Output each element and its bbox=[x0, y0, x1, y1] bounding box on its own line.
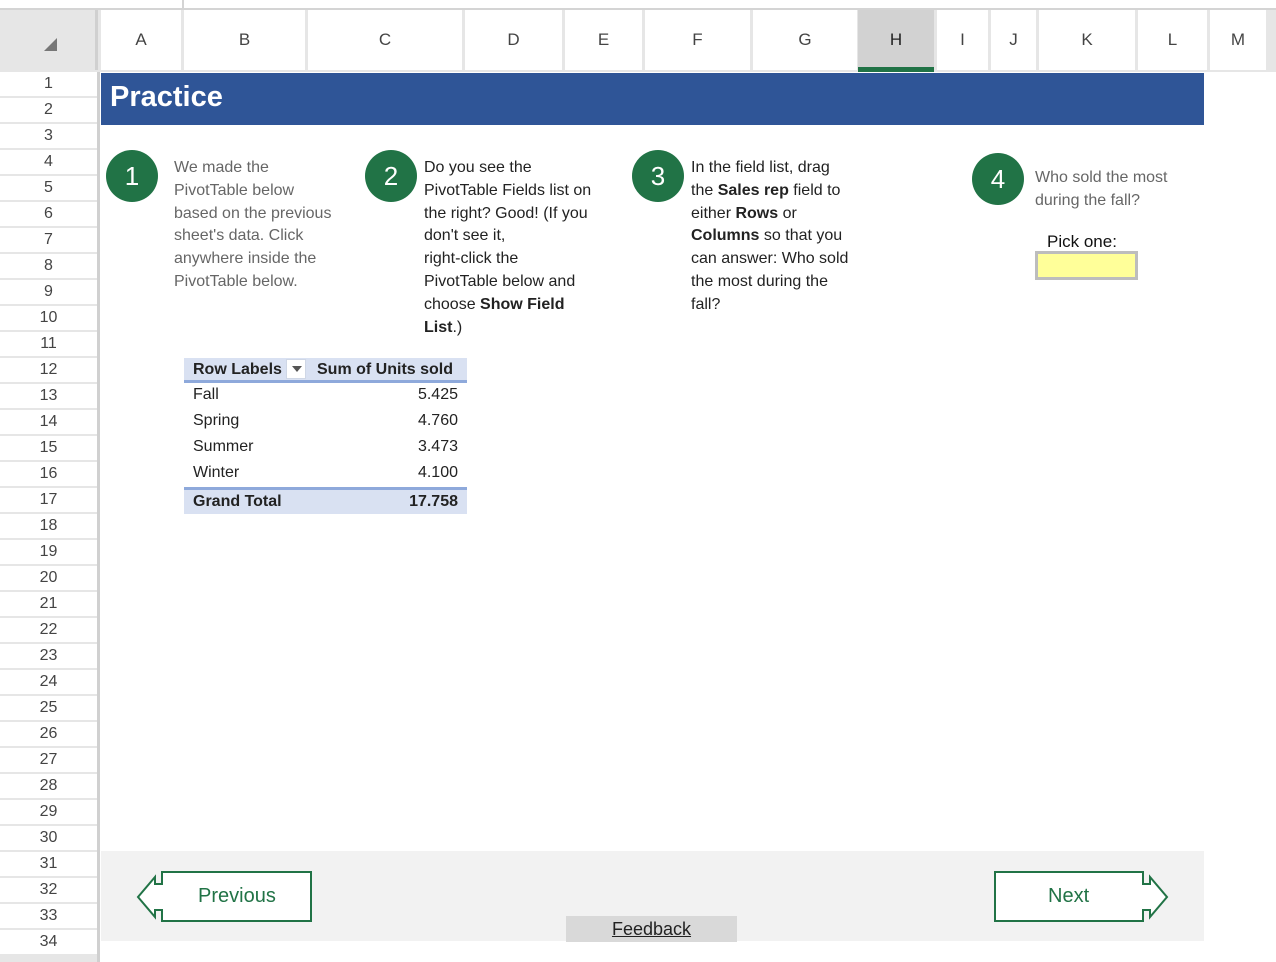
row-header-3[interactable]: 3 bbox=[0, 124, 97, 148]
next-button[interactable]: Next bbox=[993, 870, 1171, 924]
previous-button-label: Previous bbox=[198, 885, 276, 907]
step-3-text: In the field list, drag the Sales rep fi… bbox=[691, 159, 849, 313]
row-header-1[interactable]: 1 bbox=[0, 72, 97, 96]
row-labels-filter-dropdown-icon[interactable] bbox=[286, 359, 306, 379]
row-header-10[interactable]: 10 bbox=[0, 306, 97, 330]
step-4-text: Who sold the most during the fall? bbox=[1035, 169, 1168, 209]
pivot-row[interactable]: Winter 4.100 bbox=[184, 461, 467, 487]
pick-one-label: Pick one: bbox=[1047, 232, 1117, 251]
column-header-l[interactable]: L bbox=[1138, 10, 1207, 70]
row-header-16[interactable]: 16 bbox=[0, 462, 97, 486]
pivot-row[interactable]: Fall 5.425 bbox=[184, 383, 467, 409]
step-4-badge: 4 bbox=[972, 153, 1024, 205]
row-header-7[interactable]: 7 bbox=[0, 228, 97, 252]
column-header-g[interactable]: G bbox=[753, 10, 857, 70]
column-header-k[interactable]: K bbox=[1039, 10, 1135, 70]
row-header-25[interactable]: 25 bbox=[0, 696, 97, 720]
row-header-8[interactable]: 8 bbox=[0, 254, 97, 278]
row-header-11[interactable]: 11 bbox=[0, 332, 97, 356]
step-1-badge: 1 bbox=[106, 150, 158, 202]
column-header-f[interactable]: F bbox=[645, 10, 750, 70]
step-3-badge: 3 bbox=[632, 150, 684, 202]
sheet-top-stub bbox=[182, 0, 184, 8]
row-header-13[interactable]: 13 bbox=[0, 384, 97, 408]
column-header-m[interactable]: M bbox=[1210, 10, 1266, 70]
step-2-text: Do you see the PivotTable Fields list on… bbox=[424, 159, 592, 336]
pivot-row[interactable]: Summer 3.473 bbox=[184, 435, 467, 461]
column-header-i[interactable]: I bbox=[937, 10, 988, 70]
row-header-27[interactable]: 27 bbox=[0, 748, 97, 772]
select-all-corner[interactable] bbox=[0, 10, 98, 70]
column-header-bar: A B C D E F G H I J K L M bbox=[0, 8, 1276, 72]
column-header-c[interactable]: C bbox=[308, 10, 462, 70]
page-title: Practice bbox=[110, 81, 223, 113]
pivot-row-value: 4.100 bbox=[417, 464, 458, 481]
row-header-33[interactable]: 33 bbox=[0, 904, 97, 928]
pivot-row[interactable]: Spring 4.760 bbox=[184, 409, 467, 435]
row-header-12[interactable]: 12 bbox=[0, 358, 97, 382]
pivot-header-sum-units: Sum of Units sold bbox=[317, 361, 453, 378]
row-header-14[interactable]: 14 bbox=[0, 410, 97, 434]
pivot-grand-total-label: Grand Total bbox=[193, 493, 282, 510]
row-header-26[interactable]: 26 bbox=[0, 722, 97, 746]
row-header-18[interactable]: 18 bbox=[0, 514, 97, 538]
pivot-header-row: Row Labels Sum of Units sold bbox=[184, 358, 467, 383]
pivot-row-value: 3.473 bbox=[417, 438, 458, 455]
row-header-23[interactable]: 23 bbox=[0, 644, 97, 668]
row-header-9[interactable]: 9 bbox=[0, 280, 97, 304]
row-header-29[interactable]: 29 bbox=[0, 800, 97, 824]
row-header-19[interactable]: 19 bbox=[0, 540, 97, 564]
row-header-21[interactable]: 21 bbox=[0, 592, 97, 616]
row-header-34[interactable]: 34 bbox=[0, 930, 97, 954]
row-header-24[interactable]: 24 bbox=[0, 670, 97, 694]
row-header-30[interactable]: 30 bbox=[0, 826, 97, 850]
feedback-link[interactable]: Feedback bbox=[566, 916, 737, 942]
select-all-triangle-icon bbox=[44, 38, 57, 51]
row-header-32[interactable]: 32 bbox=[0, 878, 97, 902]
pick-one-dropdown[interactable] bbox=[1035, 251, 1138, 280]
column-header-d[interactable]: D bbox=[465, 10, 562, 70]
row-header-15[interactable]: 15 bbox=[0, 436, 97, 460]
row-header-6[interactable]: 6 bbox=[0, 202, 97, 226]
pivot-header-row-labels: Row Labels bbox=[193, 361, 282, 378]
column-header-a[interactable]: A bbox=[101, 10, 181, 70]
step-2-badge: 2 bbox=[365, 150, 417, 202]
row-header-divider bbox=[97, 72, 100, 962]
pivot-row-label: Fall bbox=[193, 386, 219, 403]
row-header-28[interactable]: 28 bbox=[0, 774, 97, 798]
row-header-22[interactable]: 22 bbox=[0, 618, 97, 642]
row-header-31[interactable]: 31 bbox=[0, 852, 97, 876]
step-1-text: We made the PivotTable below based on th… bbox=[174, 159, 332, 290]
pivot-row-label: Summer bbox=[193, 438, 254, 455]
pivot-row-label: Winter bbox=[193, 464, 240, 481]
row-header-20[interactable]: 20 bbox=[0, 566, 97, 590]
column-header-b[interactable]: B bbox=[184, 10, 305, 70]
previous-button[interactable]: Previous bbox=[136, 870, 314, 924]
row-header-bar: 1 2 3 4 5 6 7 8 9 10 11 12 13 14 15 16 17 18 19 20 21 22 23 24 2… bbox=[0, 72, 100, 962]
pivot-table[interactable]: Row Labels Sum of Units sold Fall 5.425 … bbox=[184, 358, 467, 514]
row-header-2[interactable]: 2 bbox=[0, 98, 97, 122]
pivot-row-value: 4.760 bbox=[417, 412, 458, 429]
row-header-5[interactable]: 5 bbox=[0, 176, 97, 200]
row-header-4[interactable]: 4 bbox=[0, 150, 97, 174]
row-header-17[interactable]: 17 bbox=[0, 488, 97, 512]
column-header-h[interactable]: H bbox=[858, 10, 934, 72]
pivot-row-label: Spring bbox=[193, 412, 240, 429]
title-banner: Practice bbox=[101, 73, 1204, 125]
pivot-row-value: 5.425 bbox=[417, 386, 458, 403]
pivot-grand-total-row[interactable]: Grand Total 17.758 bbox=[184, 487, 467, 514]
column-header-e[interactable]: E bbox=[565, 10, 642, 70]
column-header-j[interactable]: J bbox=[991, 10, 1036, 70]
next-button-label: Next bbox=[1048, 885, 1090, 907]
pivot-grand-total-value: 17.758 bbox=[409, 493, 458, 510]
